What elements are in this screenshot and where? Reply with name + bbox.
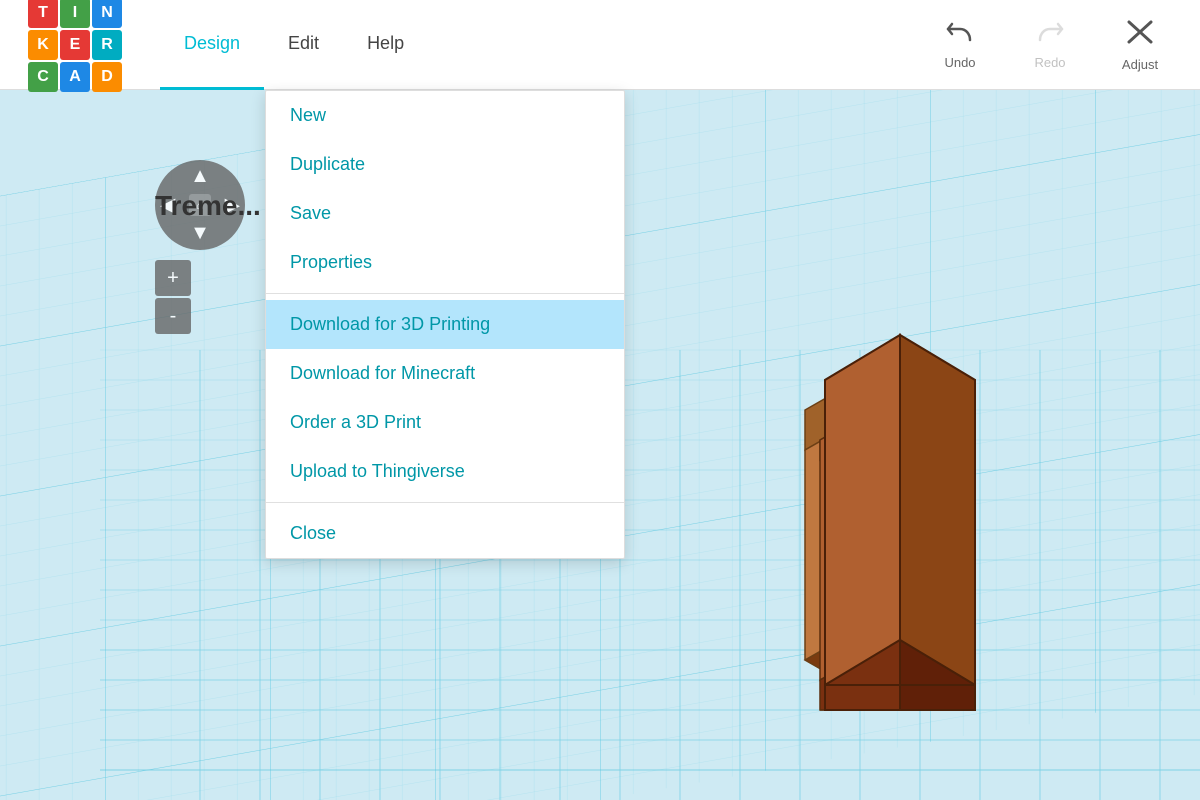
menu-divider-2 bbox=[266, 502, 624, 503]
logo-cell-I: I bbox=[60, 0, 90, 28]
header: T I N K E R C A D Design Edit Help U bbox=[0, 0, 1200, 90]
logo-cell-K: K bbox=[28, 30, 58, 60]
redo-button[interactable]: Redo bbox=[1010, 10, 1090, 80]
menu-item-properties[interactable]: Properties bbox=[266, 238, 624, 287]
menu-item-duplicate[interactable]: Duplicate bbox=[266, 140, 624, 189]
menu-item-order-3d[interactable]: Order a 3D Print bbox=[266, 398, 624, 447]
adjust-icon bbox=[1125, 18, 1155, 53]
nav-arrow-up[interactable]: ▲ bbox=[190, 165, 210, 188]
logo-cell-A: A bbox=[60, 62, 90, 92]
adjust-label: Adjust bbox=[1122, 57, 1158, 72]
menu-item-new[interactable]: New bbox=[266, 91, 624, 140]
nav-menu: Design Edit Help bbox=[160, 0, 428, 90]
logo-grid: T I N K E R C A D bbox=[28, 0, 122, 92]
logo-cell-D: D bbox=[92, 62, 122, 92]
logo-cell-T: T bbox=[28, 0, 58, 28]
project-title: Treme... bbox=[155, 190, 261, 222]
menu-item-close[interactable]: Close bbox=[266, 509, 624, 558]
menu-item-download-3d[interactable]: Download for 3D Printing bbox=[266, 300, 624, 349]
menu-divider-1 bbox=[266, 293, 624, 294]
logo-cell-E: E bbox=[60, 30, 90, 60]
nav-arrow-down[interactable]: ▼ bbox=[190, 222, 210, 245]
undo-label: Undo bbox=[944, 55, 975, 70]
nav-item-design[interactable]: Design bbox=[160, 0, 264, 90]
undo-icon bbox=[946, 20, 974, 51]
design-dropdown-menu: New Duplicate Save Properties Download f… bbox=[265, 90, 625, 559]
logo-cell-R: R bbox=[92, 30, 122, 60]
redo-icon bbox=[1036, 20, 1064, 51]
zoom-controls: + - bbox=[155, 260, 191, 334]
menu-item-download-minecraft[interactable]: Download for Minecraft bbox=[266, 349, 624, 398]
logo[interactable]: T I N K E R C A D bbox=[0, 0, 150, 90]
redo-label: Redo bbox=[1034, 55, 1065, 70]
main-3d-hex-prism[interactable] bbox=[760, 310, 1040, 730]
zoom-out-button[interactable]: - bbox=[155, 298, 191, 334]
menu-item-save[interactable]: Save bbox=[266, 189, 624, 238]
nav-item-help[interactable]: Help bbox=[343, 0, 428, 90]
zoom-in-button[interactable]: + bbox=[155, 260, 191, 296]
toolbar-right: Undo Redo Adjust bbox=[920, 0, 1180, 90]
menu-item-upload-thingiverse[interactable]: Upload to Thingiverse bbox=[266, 447, 624, 496]
logo-cell-C: C bbox=[28, 62, 58, 92]
nav-item-edit[interactable]: Edit bbox=[264, 0, 343, 90]
undo-button[interactable]: Undo bbox=[920, 10, 1000, 80]
adjust-button[interactable]: Adjust bbox=[1100, 10, 1180, 80]
logo-cell-N: N bbox=[92, 0, 122, 28]
